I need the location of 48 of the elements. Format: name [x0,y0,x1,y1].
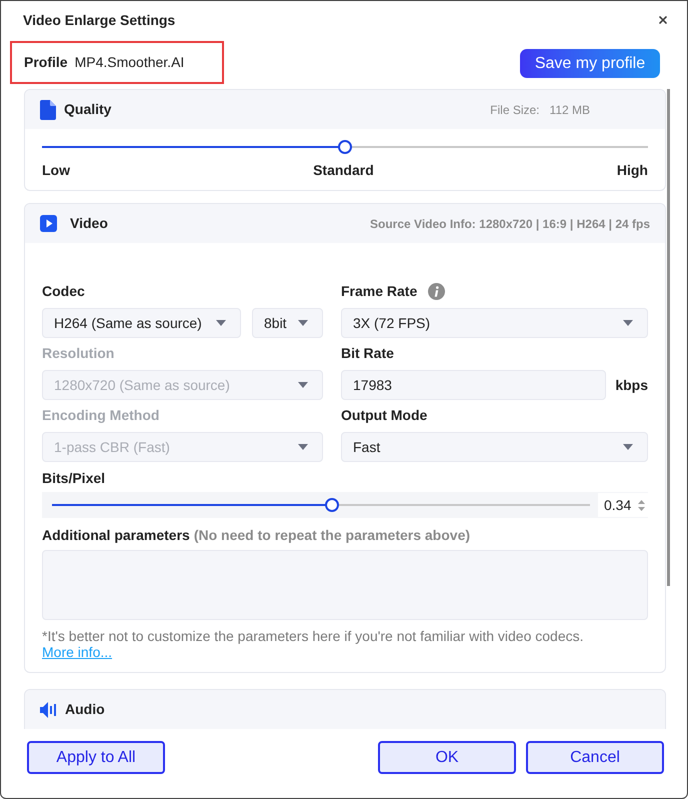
section-title: Quality [64,100,112,119]
profile-value: MP4.Smoother.AI [74,53,184,72]
field-label: Codec [42,282,85,300]
caret-icon [298,320,308,326]
dropdown[interactable]: 3X (72 FPS) [341,308,648,338]
slider-thumb[interactable] [338,140,352,154]
field-label: Output Mode [341,406,428,425]
file-size-label: File Size: [490,102,540,118]
field-label: Additional parameters [42,526,190,545]
unit-label: kbps [615,376,648,395]
caret-icon [623,320,633,326]
section-title: Video [70,214,108,233]
caret-icon [216,320,226,326]
dialog-button[interactable]: Cancel [526,741,664,774]
save-profile-button[interactable]: Save my profile [520,49,660,78]
caret-icon [298,382,308,388]
dropdown[interactable]: H264 (Same as source) [42,308,241,338]
hint-text: (No need to repeat the parameters above) [194,526,470,545]
dropdown[interactable]: Fast [341,432,648,462]
dialog-button[interactable]: OK [378,741,516,774]
slider-thumb[interactable] [324,498,339,512]
close-icon[interactable] [657,14,669,26]
field-label: Resolution [42,344,114,362]
scale-label: Low [42,162,70,178]
file-size-value: 112 MB [550,102,590,118]
field-label: Bits/Pixel [42,468,106,488]
field-label: Bit Rate [341,344,394,362]
source-info-text: Source Video Info: 1280x720 | 16:9 | H264 | 24 fps [370,216,650,232]
profile-label: Profile [24,53,68,72]
note-text: *It's better not to customize the parameters here if you're not familiar with video codecs. More info... [42,628,584,660]
info-icon[interactable] [428,282,446,300]
play-icon [40,215,57,232]
window-title: Video Enlarge Settings [23,10,176,30]
field-label: Encoding Method [42,406,160,425]
field-label: Frame Rate [341,282,418,300]
scale-label: High [616,162,648,178]
scrollbar-thumb[interactable] [667,89,670,586]
stepper-arrows-icon[interactable] [638,498,645,512]
caret-icon [623,444,633,450]
dialog-button[interactable]: Apply to All [27,741,165,774]
scale-label: Standard [313,162,374,178]
document-icon [40,100,56,120]
speaker-icon [40,702,57,718]
section-title: Audio [65,700,105,719]
dropdown[interactable]: 8bit [252,308,323,338]
caret-icon [298,444,308,450]
number-field[interactable]: 0.34 [598,493,648,517]
input-field[interactable]: 17983 [341,370,606,400]
